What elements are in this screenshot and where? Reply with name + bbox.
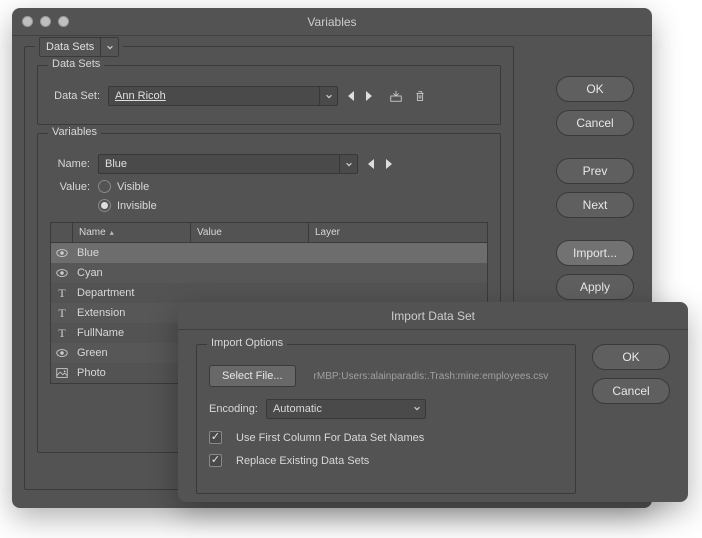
name-label: Name: xyxy=(50,158,90,170)
image-icon xyxy=(55,366,69,380)
apply-button[interactable]: Apply xyxy=(556,274,634,300)
replace-existing-label: Replace Existing Data Sets xyxy=(236,455,369,467)
variables-legend: Variables xyxy=(48,126,101,138)
prev-button[interactable]: Prev xyxy=(556,158,634,184)
import-ok-button[interactable]: OK xyxy=(592,344,670,370)
import-options-legend: Import Options xyxy=(207,337,287,349)
visible-radio[interactable]: Visible xyxy=(98,180,149,193)
replace-existing-checkbox[interactable]: Replace Existing Data Sets xyxy=(209,454,563,467)
text-icon: T xyxy=(55,286,69,300)
col-value[interactable]: Value xyxy=(191,223,309,242)
col-layer[interactable]: Layer xyxy=(309,223,487,242)
import-window-title: Import Data Set xyxy=(178,309,688,323)
use-first-column-label: Use First Column For Data Set Names xyxy=(236,432,424,444)
table-row[interactable]: Cyan xyxy=(51,263,487,283)
use-first-column-checkbox[interactable]: Use First Column For Data Set Names xyxy=(209,431,563,444)
eye-icon xyxy=(55,266,69,280)
row-name: FullName xyxy=(77,327,124,339)
next-button[interactable]: Next xyxy=(556,192,634,218)
row-name: Cyan xyxy=(77,267,103,279)
encoding-value: Automatic xyxy=(273,403,322,415)
section-select[interactable]: Data Sets xyxy=(39,37,119,57)
variable-name-select[interactable]: Blue xyxy=(98,154,358,174)
select-file-button[interactable]: Select File... xyxy=(209,365,296,387)
row-name: Blue xyxy=(77,247,99,259)
section-select-value: Data Sets xyxy=(46,41,94,53)
import-cancel-button[interactable]: Cancel xyxy=(592,378,670,404)
row-name: Extension xyxy=(77,307,125,319)
dataset-next-icon[interactable] xyxy=(364,90,374,102)
encoding-label: Encoding: xyxy=(209,403,258,415)
cancel-button[interactable]: Cancel xyxy=(556,110,634,136)
dataset-label: Data Set: xyxy=(50,90,100,102)
text-icon: T xyxy=(55,306,69,320)
ok-button[interactable]: OK xyxy=(556,76,634,102)
invisible-radio-label: Invisible xyxy=(117,200,157,212)
save-dataset-icon[interactable] xyxy=(388,88,404,104)
datasets-legend: Data Sets xyxy=(48,58,104,70)
dataset-value: Ann Ricoh xyxy=(115,90,166,102)
delete-dataset-icon[interactable] xyxy=(412,88,428,104)
import-titlebar: Import Data Set xyxy=(178,302,688,330)
row-name: Department xyxy=(77,287,134,299)
eye-icon xyxy=(55,246,69,260)
variable-name-value: Blue xyxy=(105,158,127,170)
dataset-prev-icon[interactable] xyxy=(346,90,356,102)
selected-filepath: rMBP:Users:alainparadis:.Trash:mine:empl… xyxy=(314,371,549,382)
text-icon: T xyxy=(55,326,69,340)
eye-icon xyxy=(55,346,69,360)
value-label: Value: xyxy=(50,181,90,193)
variable-next-icon[interactable] xyxy=(384,158,394,170)
col-blank[interactable] xyxy=(51,223,73,242)
row-name: Photo xyxy=(77,367,106,379)
table-row[interactable]: T Department xyxy=(51,283,487,303)
window-title: Variables xyxy=(12,15,652,29)
variable-prev-icon[interactable] xyxy=(366,158,376,170)
col-name[interactable]: Name xyxy=(73,223,191,242)
visible-radio-label: Visible xyxy=(117,181,149,193)
encoding-select[interactable]: Automatic xyxy=(266,399,426,419)
table-row[interactable]: Blue xyxy=(51,243,487,263)
variables-titlebar: Variables xyxy=(12,8,652,36)
invisible-radio[interactable]: Invisible xyxy=(98,199,157,212)
dataset-select[interactable]: Ann Ricoh xyxy=(108,86,338,106)
row-name: Green xyxy=(77,347,108,359)
import-button[interactable]: Import... xyxy=(556,240,634,266)
